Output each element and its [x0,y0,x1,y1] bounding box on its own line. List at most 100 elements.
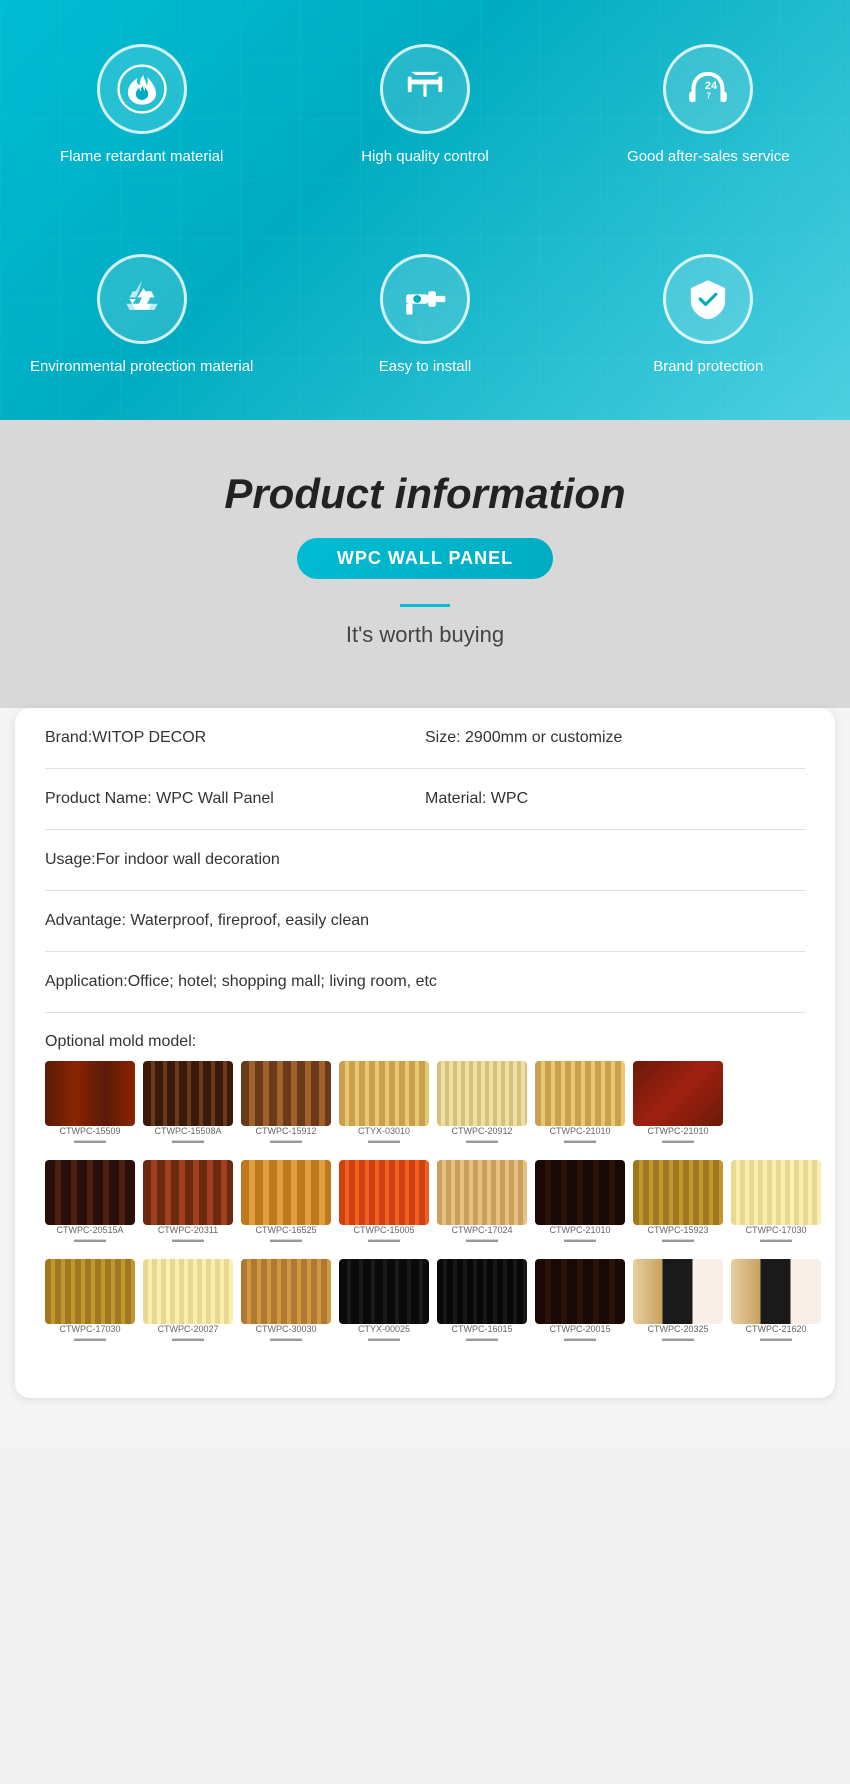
product-item: CTWPC-20912 ▬▬▬▬ [437,1061,527,1145]
product-thumbnail [535,1259,625,1324]
feature-install: Easy to install [359,234,492,397]
product-thumbnail [241,1259,331,1324]
product-item: CTWPC-20515A ▬▬▬▬ [45,1160,135,1244]
tagline: It's worth buying [20,622,830,648]
product-thumbnail [339,1061,429,1126]
feature-eco: Environmental protection material [10,234,273,397]
feature-eco-label: Environmental protection material [30,356,253,377]
product-item: CTWPC-21620 ▬▬▬▬ [731,1259,821,1343]
section-title: Product information [20,470,830,518]
product-code: CTWPC-17030 [59,1324,120,1334]
feature-flame: Flame retardant material [40,24,243,187]
product-item: CTWPC-17030 ▬▬▬▬ [45,1259,135,1343]
spec-material: Material: WPC [425,787,805,811]
product-code: CTWPC-21010 [549,1126,610,1136]
spec-size: Size: 2900mm or customize [425,726,805,750]
product-spec: ▬▬▬▬ [368,1334,400,1343]
product-thumbnail [45,1259,135,1324]
product-item: CTWPC-16525 ▬▬▬▬ [241,1160,331,1244]
product-code: CTWPC-20311 [158,1225,218,1235]
product-code: CTWPC-15005 [353,1225,414,1235]
product-code: CTWPC-21010 [647,1126,708,1136]
product-thumbnail [143,1061,233,1126]
brand-icon-circle [663,254,753,344]
product-item: CTWPC-15508A ▬▬▬▬ [143,1061,233,1145]
product-spec: ▬▬▬▬ [760,1235,792,1244]
product-thumbnail [143,1160,233,1225]
product-item: CTWPC-30030 ▬▬▬▬ [241,1259,331,1343]
recycle-icon [117,274,167,324]
product-spec: ▬▬▬▬ [74,1235,106,1244]
product-spec: ▬▬▬▬ [466,1136,498,1145]
product-row-1: CTWPC-15509 ▬▬▬▬ CTWPC-15508A ▬▬▬▬ CTWPC… [45,1061,805,1145]
product-item: CTYX-00025 ▬▬▬▬ [339,1259,429,1343]
product-item: CTWPC-21010 ▬▬▬▬ [535,1061,625,1145]
product-thumbnail [633,1061,723,1126]
product-code: CTWPC-15912 [255,1126,316,1136]
teal-divider [400,604,450,607]
svg-text:7: 7 [707,91,711,100]
product-spec: ▬▬▬▬ [172,1235,204,1244]
product-spec: ▬▬▬▬ [662,1136,694,1145]
product-info-section: Product information WPC WALL PANEL It's … [0,420,850,1448]
feature-quality: High quality control [341,24,509,187]
eco-icon-circle [97,254,187,344]
product-item: CTWPC-16015 ▬▬▬▬ [437,1259,527,1343]
product-spec: ▬▬▬▬ [368,1136,400,1145]
feature-brand: Brand protection [633,234,783,397]
spec-row-advantage: Advantage: Waterproof, fireproof, easily… [45,891,805,952]
product-spec: ▬▬▬▬ [564,1136,596,1145]
product-code: CTWPC-17030 [745,1225,806,1235]
caliper-icon [400,64,450,114]
product-code: CTWPC-16525 [255,1225,316,1235]
headset-icon: 24 7 [683,64,733,114]
product-thumbnail [437,1259,527,1324]
product-thumbnail [241,1160,331,1225]
product-code: CTWPC-15508A [154,1126,221,1136]
product-item: CTWPC-17024 ▬▬▬▬ [437,1160,527,1244]
product-item: CTWPC-15912 ▬▬▬▬ [241,1061,331,1145]
product-spec: ▬▬▬▬ [74,1136,106,1145]
product-item: CTWPC-21010 ▬▬▬▬ [535,1160,625,1244]
product-item: CTWPC-15923 ▬▬▬▬ [633,1160,723,1244]
product-thumbnail [535,1160,625,1225]
feature-aftersales: 24 7 Good after-sales service [607,24,810,187]
specs-card: Brand:WITOP DECOR Size: 2900mm or custom… [15,708,835,1398]
spec-row-application: Application:Office; hotel; shopping mall… [45,952,805,1013]
shield-check-icon [683,274,733,324]
product-code: CTYX-03010 [358,1126,410,1136]
optional-mold-label: Optional mold model: [45,1018,805,1061]
product-item: CTWPC-20015 ▬▬▬▬ [535,1259,625,1343]
product-thumbnail [437,1160,527,1225]
quality-icon-circle [380,44,470,134]
product-item: CTWPC-20325 ▬▬▬▬ [633,1259,723,1343]
product-item: CTWPC-15005 ▬▬▬▬ [339,1160,429,1244]
product-thumbnail [633,1160,723,1225]
product-thumbnail [731,1259,821,1324]
optional-mold-section: Optional mold model: CTWPC-15509 ▬▬▬▬ CT… [45,1013,805,1368]
product-spec: ▬▬▬▬ [270,1235,302,1244]
spec-product-name: Product Name: WPC Wall Panel [45,787,425,811]
product-thumbnail [731,1160,821,1225]
feature-brand-label: Brand protection [653,356,763,377]
product-thumbnail [45,1061,135,1126]
product-spec: ▬▬▬▬ [466,1235,498,1244]
product-code: CTWPC-20325 [647,1324,708,1334]
product-thumbnail [535,1061,625,1126]
product-spec: ▬▬▬▬ [760,1334,792,1343]
product-code: CTWPC-20912 [451,1126,512,1136]
spec-row-usage: Usage:For indoor wall decoration [45,830,805,891]
product-thumbnail [339,1259,429,1324]
svg-text:24: 24 [705,80,718,92]
product-item: CTWPC-21010 ▬▬▬▬ [633,1061,723,1145]
feature-install-label: Easy to install [379,356,472,377]
product-thumbnail [45,1160,135,1225]
product-code: CTWPC-20015 [549,1324,610,1334]
product-code: CTWPC-20027 [157,1324,218,1334]
spec-row-name: Product Name: WPC Wall Panel Material: W… [45,769,805,830]
product-row-3: CTWPC-17030 ▬▬▬▬ CTWPC-20027 ▬▬▬▬ CTWPC-… [45,1259,805,1343]
aftersales-icon-circle: 24 7 [663,44,753,134]
product-spec: ▬▬▬▬ [368,1235,400,1244]
product-thumbnail [339,1160,429,1225]
product-spec: ▬▬▬▬ [270,1136,302,1145]
